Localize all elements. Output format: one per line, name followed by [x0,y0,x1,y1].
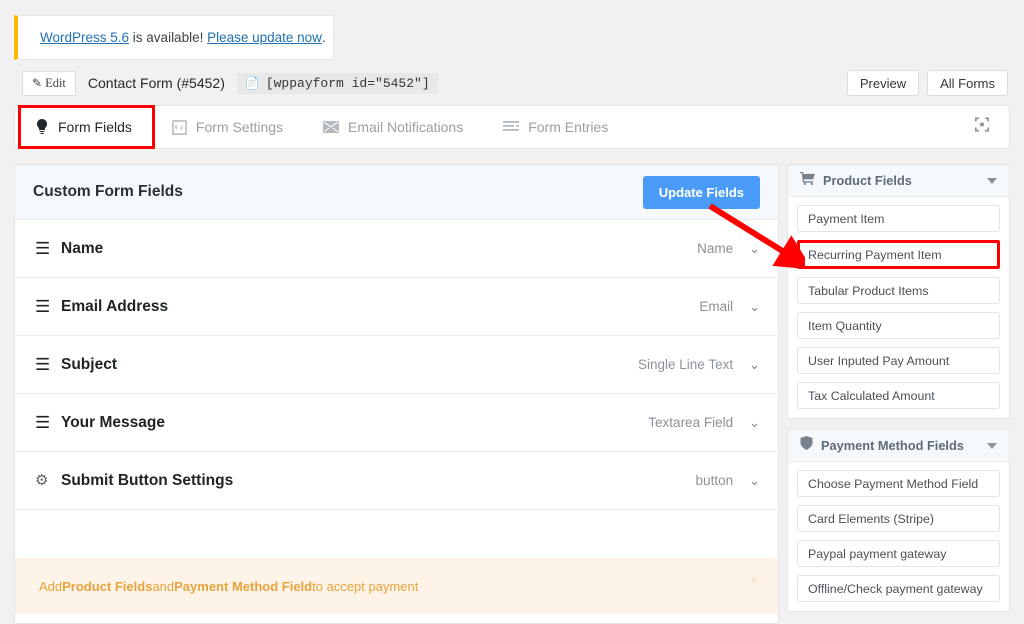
product-fields-list: Payment Item Recurring Payment Item Tabu… [788,197,1009,418]
custom-form-fields-panel: Custom Form Fields Update Fields ☰ Name … [14,164,779,624]
field-label: Submit Button Settings [61,472,696,490]
preview-button[interactable]: Preview [847,70,919,96]
field-type: Email [699,299,733,314]
chevron-down-icon[interactable]: ⌄ [749,357,760,373]
chevron-down-icon[interactable]: ⌄ [749,241,760,257]
notice-prefix: Add [39,579,62,594]
editor-tabbar: Form Fields Form Settings Email Notifica… [14,105,1010,149]
sidebar-item-offline-check-payment-gateway[interactable]: Offline/Check payment gateway [797,575,1000,602]
sidebar-item-choose-payment-method-field[interactable]: Choose Payment Method Field [797,470,1000,497]
shopping-cart-icon [800,172,815,190]
field-type: Single Line Text [638,357,733,372]
tab-email-notifications[interactable]: Email Notifications [303,106,483,148]
sidebar-item-recurring-payment-item[interactable]: Recurring Payment Item [797,240,1000,269]
notice-middle: and [152,579,174,594]
table-row[interactable]: ⚙ Submit Button Settings button ⌄ [15,452,778,510]
sliders-icon [172,120,187,135]
update-fields-button[interactable]: Update Fields [643,176,760,209]
fullscreen-expand-icon[interactable] [973,116,991,139]
edit-button-label: Edit [45,76,66,91]
field-label: Subject [61,356,638,374]
page-title: Contact Form (#5452) [88,75,225,91]
sidebar-item-item-quantity[interactable]: Item Quantity [797,312,1000,339]
product-fields-title: Product Fields [823,173,979,188]
header-actions: Preview All Forms [847,70,1008,96]
chevron-down-icon[interactable]: ⌄ [749,473,760,489]
product-fields-header[interactable]: Product Fields [788,165,1009,197]
tab-form-entries[interactable]: Form Entries [483,106,628,148]
product-fields-card: Product Fields Payment Item Recurring Pa… [787,164,1010,419]
chevron-down-icon[interactable] [987,178,997,184]
field-label: Email Address [61,298,699,316]
field-type: Name [697,241,733,256]
lightbulb-icon [35,119,49,135]
please-update-now-link[interactable]: Please update now [207,30,322,45]
sidebar-item-paypal-payment-gateway[interactable]: Paypal payment gateway [797,540,1000,567]
notice-product-fields: Product Fields [62,579,152,594]
drag-handle-icon[interactable]: ☰ [35,414,57,431]
panel-bottom-spacer [15,614,778,624]
wppayform-form-editor-page: WordPress 5.6 is available! Please updat… [0,0,1024,624]
notice-payment-method-field: Payment Method Field [174,579,312,594]
chevron-down-icon[interactable] [987,443,997,449]
panel-spacer [15,510,778,558]
tab-form-settings-label: Form Settings [196,119,283,135]
document-icon: 📄 [245,76,260,90]
payment-method-fields-header[interactable]: Payment Method Fields [788,430,1009,462]
chevron-down-icon[interactable]: ⌄ [749,415,760,431]
all-forms-button[interactable]: All Forms [927,70,1008,96]
panel-title: Custom Form Fields [33,183,183,201]
field-label: Name [61,240,697,258]
panel-header: Custom Form Fields Update Fields [15,165,778,220]
tab-email-notifications-label: Email Notifications [348,119,463,135]
field-type: button [696,473,734,488]
form-title-row: ✎ Edit Contact Form (#5452) 📄 [wppayform… [22,70,438,96]
drag-handle-icon[interactable]: ☰ [35,356,57,373]
tab-form-fields[interactable]: Form Fields [15,106,152,148]
notice-suffix: to accept payment [312,579,418,594]
sidebar-item-card-elements-stripe[interactable]: Card Elements (Stripe) [797,505,1000,532]
shield-icon [800,436,813,455]
shortcode-text: [wppayform id="5452"] [266,76,430,91]
notice-end-text: . [322,30,326,45]
sidebar-item-payment-item[interactable]: Payment Item [797,205,1000,232]
tab-form-fields-label: Form Fields [58,119,132,135]
payment-hint-notice: Add Product Fields and Payment Method Fi… [15,558,778,614]
sidebar-item-tabular-product-items[interactable]: Tabular Product Items [797,277,1000,304]
payment-method-fields-title: Payment Method Fields [821,438,979,453]
table-row[interactable]: ☰ Your Message Textarea Field ⌄ [15,394,778,452]
payment-method-fields-list: Choose Payment Method Field Card Element… [788,462,1009,611]
table-row[interactable]: ☰ Email Address Email ⌄ [15,278,778,336]
edit-button[interactable]: ✎ Edit [22,71,76,96]
sidebar-item-user-inputed-pay-amount[interactable]: User Inputed Pay Amount [797,347,1000,374]
wordpress-update-notice: WordPress 5.6 is available! Please updat… [14,15,334,60]
tab-form-settings[interactable]: Form Settings [152,106,303,148]
field-label: Your Message [61,414,648,432]
notice-middle-text: is available! [129,30,207,45]
fields-sidebar: Product Fields Payment Item Recurring Pa… [787,164,1010,624]
sidebar-item-tax-calculated-amount[interactable]: Tax Calculated Amount [797,382,1000,409]
table-row[interactable]: ☰ Subject Single Line Text ⌄ [15,336,778,394]
drag-handle-icon[interactable]: ☰ [35,240,57,257]
shortcode-chip[interactable]: 📄 [wppayform id="5452"] [237,73,438,94]
wordpress-version-link[interactable]: WordPress 5.6 [40,30,129,45]
drag-handle-icon[interactable]: ☰ [35,298,57,315]
chevron-down-icon[interactable]: ⌄ [749,299,760,315]
list-icon [503,121,519,133]
gear-icon: ⚙ [35,473,57,488]
tab-form-entries-label: Form Entries [528,119,608,135]
field-type: Textarea Field [648,415,733,430]
envelope-icon [323,121,339,133]
close-icon[interactable]: × [750,572,758,587]
pencil-icon: ✎ [32,76,42,90]
table-row[interactable]: ☰ Name Name ⌄ [15,220,778,278]
payment-method-fields-card: Payment Method Fields Choose Payment Met… [787,429,1010,612]
